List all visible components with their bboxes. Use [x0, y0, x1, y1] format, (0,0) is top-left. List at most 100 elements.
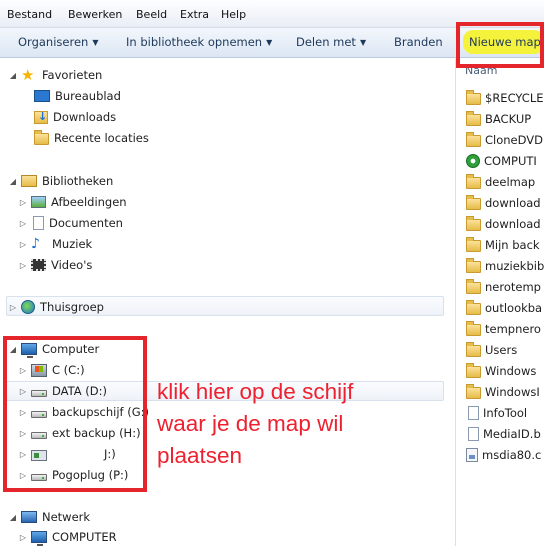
file-row[interactable]: tempnero	[466, 319, 541, 339]
file-row[interactable]: nerotemp	[466, 277, 541, 297]
file-row[interactable]: WindowsI	[466, 382, 540, 402]
chevron-down-icon: ▼	[359, 38, 367, 47]
network-icon	[21, 511, 37, 523]
file-name: InfoTool	[483, 406, 528, 420]
computer-drives-callout-box	[3, 336, 147, 492]
share-button[interactable]: Delen met ▼	[296, 35, 366, 49]
chevron-down-icon: ▼	[92, 38, 99, 47]
network-computer-label: COMPUTER	[52, 530, 117, 544]
expand-icon[interactable]: ▷	[18, 219, 28, 228]
folder-icon	[466, 174, 481, 189]
file-row[interactable]: deelmap	[466, 172, 535, 192]
instruction-line: klik hier op de schijf	[157, 379, 354, 404]
text-file-icon	[468, 406, 479, 420]
menu-bewerken[interactable]: Bewerken	[68, 8, 122, 21]
file-row[interactable]: $RECYCLE	[466, 88, 544, 108]
folder-icon	[466, 132, 481, 147]
expand-icon[interactable]: ▷	[8, 303, 18, 312]
nav-libraries-label: Bibliotheken	[42, 174, 114, 188]
folder-icon	[466, 279, 481, 294]
file-name: BACKUP	[485, 112, 532, 126]
shortcut-icon	[466, 154, 480, 168]
file-row[interactable]: MediaID.b	[466, 424, 541, 444]
folder-icon	[466, 216, 481, 231]
file-name: msdia80.c	[482, 448, 542, 462]
file-name: Users	[485, 343, 518, 357]
nav-item-desktop[interactable]: Bureaublad	[34, 86, 121, 106]
desktop-icon	[34, 90, 50, 102]
nav-item-documents[interactable]: ▷ Documenten	[18, 213, 123, 233]
folder-icon	[466, 90, 481, 105]
video-icon	[31, 259, 46, 271]
file-row[interactable]: download	[466, 214, 541, 234]
instruction-line: plaatsen	[157, 443, 243, 468]
dll-file-icon	[466, 448, 478, 462]
file-row[interactable]: Users	[466, 340, 517, 360]
file-name: COMPUTI	[484, 154, 537, 168]
folder-icon	[466, 111, 481, 126]
file-row[interactable]: BACKUP	[466, 109, 531, 129]
nav-item-videos[interactable]: ▷ Video's	[18, 255, 92, 275]
collapse-icon[interactable]: ◢	[8, 177, 18, 186]
menu-extra[interactable]: Extra	[180, 8, 209, 21]
burn-button[interactable]: Branden	[394, 35, 443, 49]
nav-item-music[interactable]: ▷ ♪ Muziek	[18, 234, 92, 254]
file-row[interactable]: CloneDVD	[466, 130, 543, 150]
homegroup-icon	[21, 300, 35, 314]
nav-network-label: Netwerk	[42, 510, 91, 524]
expand-icon[interactable]: ▷	[18, 240, 28, 249]
file-name: deelmap	[485, 175, 536, 189]
nav-network-computer[interactable]: ▷ COMPUTER	[18, 527, 117, 547]
expand-icon[interactable]: ▷	[18, 261, 28, 270]
music-icon: ♪	[31, 236, 40, 252]
nav-homegroup-label: Thuisgroep	[40, 300, 104, 314]
share-label: Delen met	[296, 35, 356, 49]
nav-item-label: Video's	[51, 258, 93, 272]
file-row[interactable]: muziekbib	[466, 256, 544, 276]
nav-favorites-label: Favorieten	[42, 68, 103, 82]
file-row[interactable]: download	[466, 193, 541, 213]
nav-item-label: Downloads	[53, 110, 117, 124]
documents-icon	[33, 216, 44, 230]
nav-item-downloads[interactable]: Downloads	[34, 107, 116, 127]
expand-icon[interactable]: ▷	[18, 533, 28, 542]
file-name: WindowsI	[485, 385, 540, 399]
instruction-line: waar je de map wil	[157, 411, 344, 436]
folder-icon	[466, 321, 481, 336]
file-row[interactable]: InfoTool	[466, 403, 527, 423]
file-row[interactable]: Mijn back	[466, 235, 540, 255]
nav-libraries[interactable]: ◢ Bibliotheken	[8, 171, 113, 191]
file-name: tempnero	[485, 322, 541, 336]
include-library-button[interactable]: In bibliotheek opnemen ▼	[126, 35, 272, 49]
expand-icon[interactable]: ▷	[18, 198, 28, 207]
file-list-pane: Naam $RECYCLE BACKUP CloneDVD COMPUTI de…	[456, 59, 544, 546]
new-folder-callout-box	[456, 22, 544, 68]
nav-homegroup[interactable]: ▷ Thuisgroep	[8, 297, 104, 317]
nav-item-recent[interactable]: Recente locaties	[34, 128, 149, 148]
file-name: nerotemp	[485, 280, 541, 294]
nav-item-label: Documenten	[49, 216, 123, 230]
nav-item-label: Recente locaties	[54, 131, 149, 145]
nav-network[interactable]: ◢ Netwerk	[8, 507, 90, 527]
collapse-icon[interactable]: ◢	[8, 513, 18, 522]
file-row[interactable]: msdia80.c	[466, 445, 541, 465]
organize-button[interactable]: Organiseren ▼	[18, 35, 98, 49]
menu-bestand[interactable]: Bestand	[7, 8, 52, 21]
file-row[interactable]: Windows	[466, 361, 536, 381]
pictures-icon	[31, 196, 46, 208]
file-name: outlookba	[485, 301, 543, 315]
folder-icon	[466, 258, 481, 273]
nav-favorites[interactable]: ◢ ★ Favorieten	[8, 65, 102, 85]
file-name: download	[485, 196, 541, 210]
nav-item-pictures[interactable]: ▷ Afbeeldingen	[18, 192, 127, 212]
collapse-icon[interactable]: ◢	[8, 71, 18, 80]
star-icon: ★	[21, 66, 35, 84]
file-name: MediaID.b	[483, 427, 541, 441]
nav-item-label: Muziek	[52, 237, 93, 251]
folder-icon	[466, 300, 481, 315]
folder-icon	[466, 363, 481, 378]
file-row[interactable]: COMPUTI	[466, 151, 537, 171]
menu-help[interactable]: Help	[221, 8, 246, 21]
file-row[interactable]: outlookba	[466, 298, 542, 318]
menu-beeld[interactable]: Beeld	[136, 8, 167, 21]
